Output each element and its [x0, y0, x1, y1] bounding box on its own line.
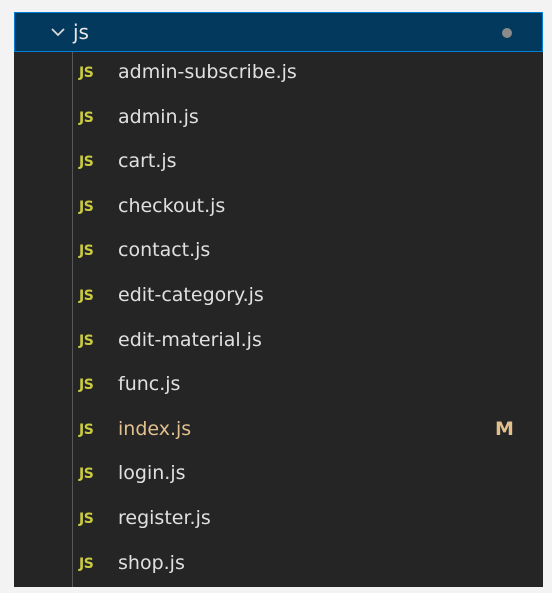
folder-row-js[interactable]: js [14, 12, 543, 52]
javascript-file-icon: JS [79, 198, 94, 215]
file-name: login.js [118, 462, 186, 485]
file-item[interactable]: JS edit-material.js [14, 320, 543, 365]
file-name: shop.js [118, 551, 185, 574]
file-name: checkout.js [118, 194, 226, 217]
javascript-file-icon: JS [79, 555, 94, 572]
file-item[interactable]: JS login.js [14, 453, 543, 498]
chevron-down-icon [51, 28, 65, 37]
file-item[interactable]: JS register.js [14, 498, 543, 543]
javascript-file-icon: JS [79, 510, 94, 527]
file-name: contact.js [118, 239, 211, 262]
file-item[interactable]: JS checkout.js [14, 186, 543, 231]
file-item-modified[interactable]: JS index.js M [14, 409, 543, 454]
javascript-file-icon: JS [79, 332, 94, 349]
file-item[interactable]: JS cart.js [14, 141, 543, 186]
folder-name: js [73, 20, 89, 44]
modified-dot-icon [502, 28, 512, 38]
file-item[interactable]: JS shop.js [14, 543, 543, 587]
file-list: JS admin-subscribe.js JS admin.js JS car… [14, 52, 543, 587]
git-status-badge: M [495, 417, 514, 440]
javascript-file-icon: JS [79, 377, 94, 394]
file-name: edit-category.js [118, 283, 264, 306]
file-name: register.js [118, 506, 211, 529]
file-item[interactable]: JS edit-category.js [14, 275, 543, 320]
file-name: edit-material.js [118, 328, 262, 351]
file-item[interactable]: JS admin-subscribe.js [14, 52, 543, 97]
file-name: index.js [118, 417, 192, 440]
file-item[interactable]: JS admin.js [14, 97, 543, 142]
javascript-file-icon: JS [79, 109, 94, 126]
javascript-file-icon: JS [79, 287, 94, 304]
javascript-file-icon: JS [79, 65, 94, 81]
file-item[interactable]: JS func.js [14, 364, 543, 409]
javascript-file-icon: JS [79, 421, 94, 438]
file-explorer: js JS admin-subscribe.js JS admin.js JS … [14, 12, 543, 587]
file-name: admin-subscribe.js [118, 61, 297, 83]
javascript-file-icon: JS [79, 466, 94, 483]
file-item[interactable]: JS contact.js [14, 230, 543, 275]
javascript-file-icon: JS [79, 243, 94, 260]
file-name: admin.js [118, 105, 199, 128]
javascript-file-icon: JS [79, 154, 94, 171]
file-name: cart.js [118, 150, 177, 173]
file-name: func.js [118, 373, 181, 396]
